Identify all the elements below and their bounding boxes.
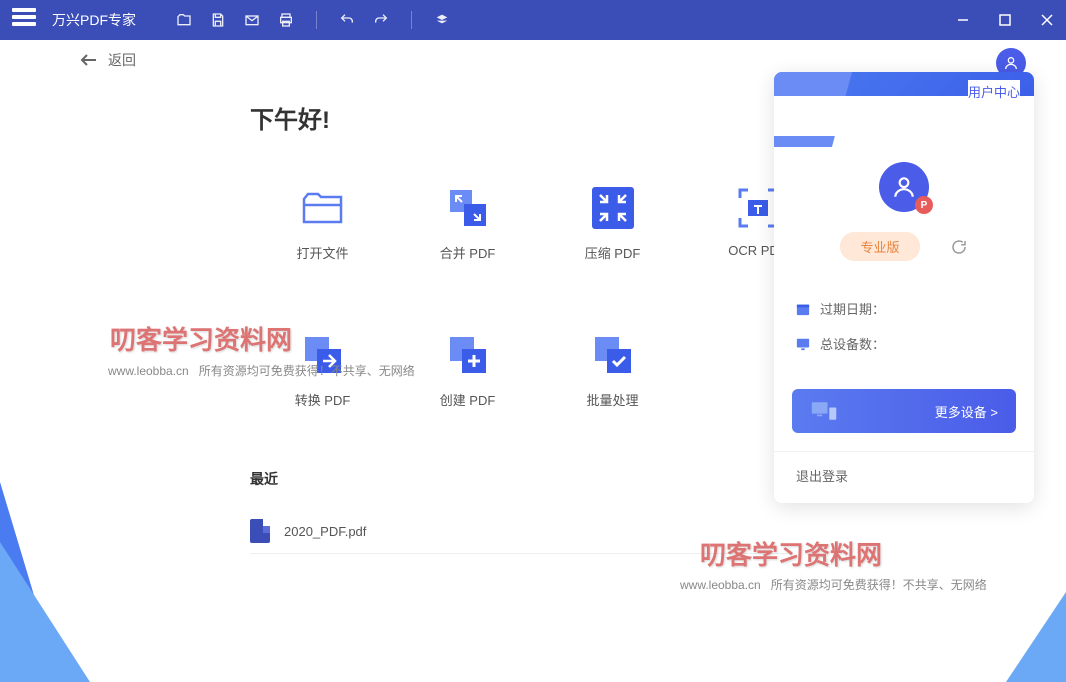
merge-icon: [446, 186, 490, 230]
user-panel: 用户中心 P 专业版 过期日期： 总设备数： 更多设备 > 退出登录: [774, 72, 1034, 503]
user-icon: [891, 174, 917, 200]
action-convert[interactable]: 转换 PDF: [250, 332, 395, 409]
action-label: 转换 PDF: [295, 390, 351, 409]
convert-icon: [301, 333, 345, 377]
logout-button[interactable]: 退出登录: [774, 451, 1034, 503]
monitor-icon: [796, 337, 810, 351]
devices-icon: [810, 400, 838, 422]
panel-title[interactable]: 用户中心: [968, 80, 1020, 101]
compress-icon: [592, 187, 634, 229]
action-label: 批量处理: [586, 390, 638, 409]
arrow-left-icon: [80, 53, 98, 67]
info-devices: 总设备数：: [796, 326, 1012, 361]
app-logo: [12, 8, 36, 32]
panel-header: 用户中心: [774, 72, 1034, 132]
info-expiry: 过期日期：: [796, 291, 1012, 326]
action-label: 压缩 PDF: [585, 243, 641, 262]
save-icon[interactable]: [210, 12, 226, 28]
more-devices-button[interactable]: 更多设备 >: [792, 389, 1016, 433]
close-icon[interactable]: [1040, 13, 1054, 27]
maximize-icon[interactable]: [998, 13, 1012, 27]
info-label: 总设备数：: [820, 334, 885, 353]
action-batch[interactable]: 批量处理: [540, 332, 685, 409]
redo-icon[interactable]: [373, 12, 389, 28]
action-open-file[interactable]: 打开文件: [250, 185, 395, 262]
action-label: 合并 PDF: [440, 243, 496, 262]
ocr-icon: [736, 186, 780, 230]
create-icon: [446, 333, 490, 377]
info-list: 过期日期： 总设备数：: [774, 281, 1034, 371]
separator: [411, 11, 412, 29]
pro-badge: 专业版: [840, 232, 919, 261]
watermark-url: www.leobba.cn 所有资源均可免费获得！不共享、无网络: [680, 576, 987, 593]
action-label: 创建 PDF: [440, 390, 496, 409]
app-title: 万兴PDF专家: [52, 10, 136, 30]
bg-decoration: [1006, 592, 1066, 682]
refresh-icon[interactable]: [950, 238, 968, 256]
user-icon: [1003, 55, 1019, 71]
recent-item[interactable]: 2020_PDF.pdf: [250, 509, 790, 554]
back-button[interactable]: 返回: [80, 50, 136, 70]
back-label: 返回: [108, 50, 136, 70]
menu-icon[interactable]: [434, 12, 450, 28]
more-devices-label: 更多设备 >: [935, 402, 998, 421]
undo-icon[interactable]: [339, 12, 355, 28]
titlebar: 万兴PDF专家: [0, 0, 1066, 40]
avatar[interactable]: P: [879, 162, 929, 212]
info-label: 过期日期：: [820, 299, 885, 318]
action-merge[interactable]: 合并 PDF: [395, 185, 540, 262]
folder-icon[interactable]: [176, 12, 192, 28]
action-compress[interactable]: 压缩 PDF: [540, 185, 685, 262]
action-label: 打开文件: [296, 243, 348, 262]
pro-badge-icon: P: [915, 196, 933, 214]
pdf-file-icon: [250, 519, 270, 543]
recent-file-name: 2020_PDF.pdf: [284, 524, 366, 539]
print-icon[interactable]: [278, 12, 294, 28]
calendar-icon: [796, 302, 810, 316]
batch-icon: [591, 333, 635, 377]
minimize-icon[interactable]: [956, 13, 970, 27]
mail-icon[interactable]: [244, 12, 260, 28]
bg-decoration: [0, 542, 90, 682]
separator: [316, 11, 317, 29]
action-create[interactable]: 创建 PDF: [395, 332, 540, 409]
folder-open-icon: [300, 189, 346, 227]
